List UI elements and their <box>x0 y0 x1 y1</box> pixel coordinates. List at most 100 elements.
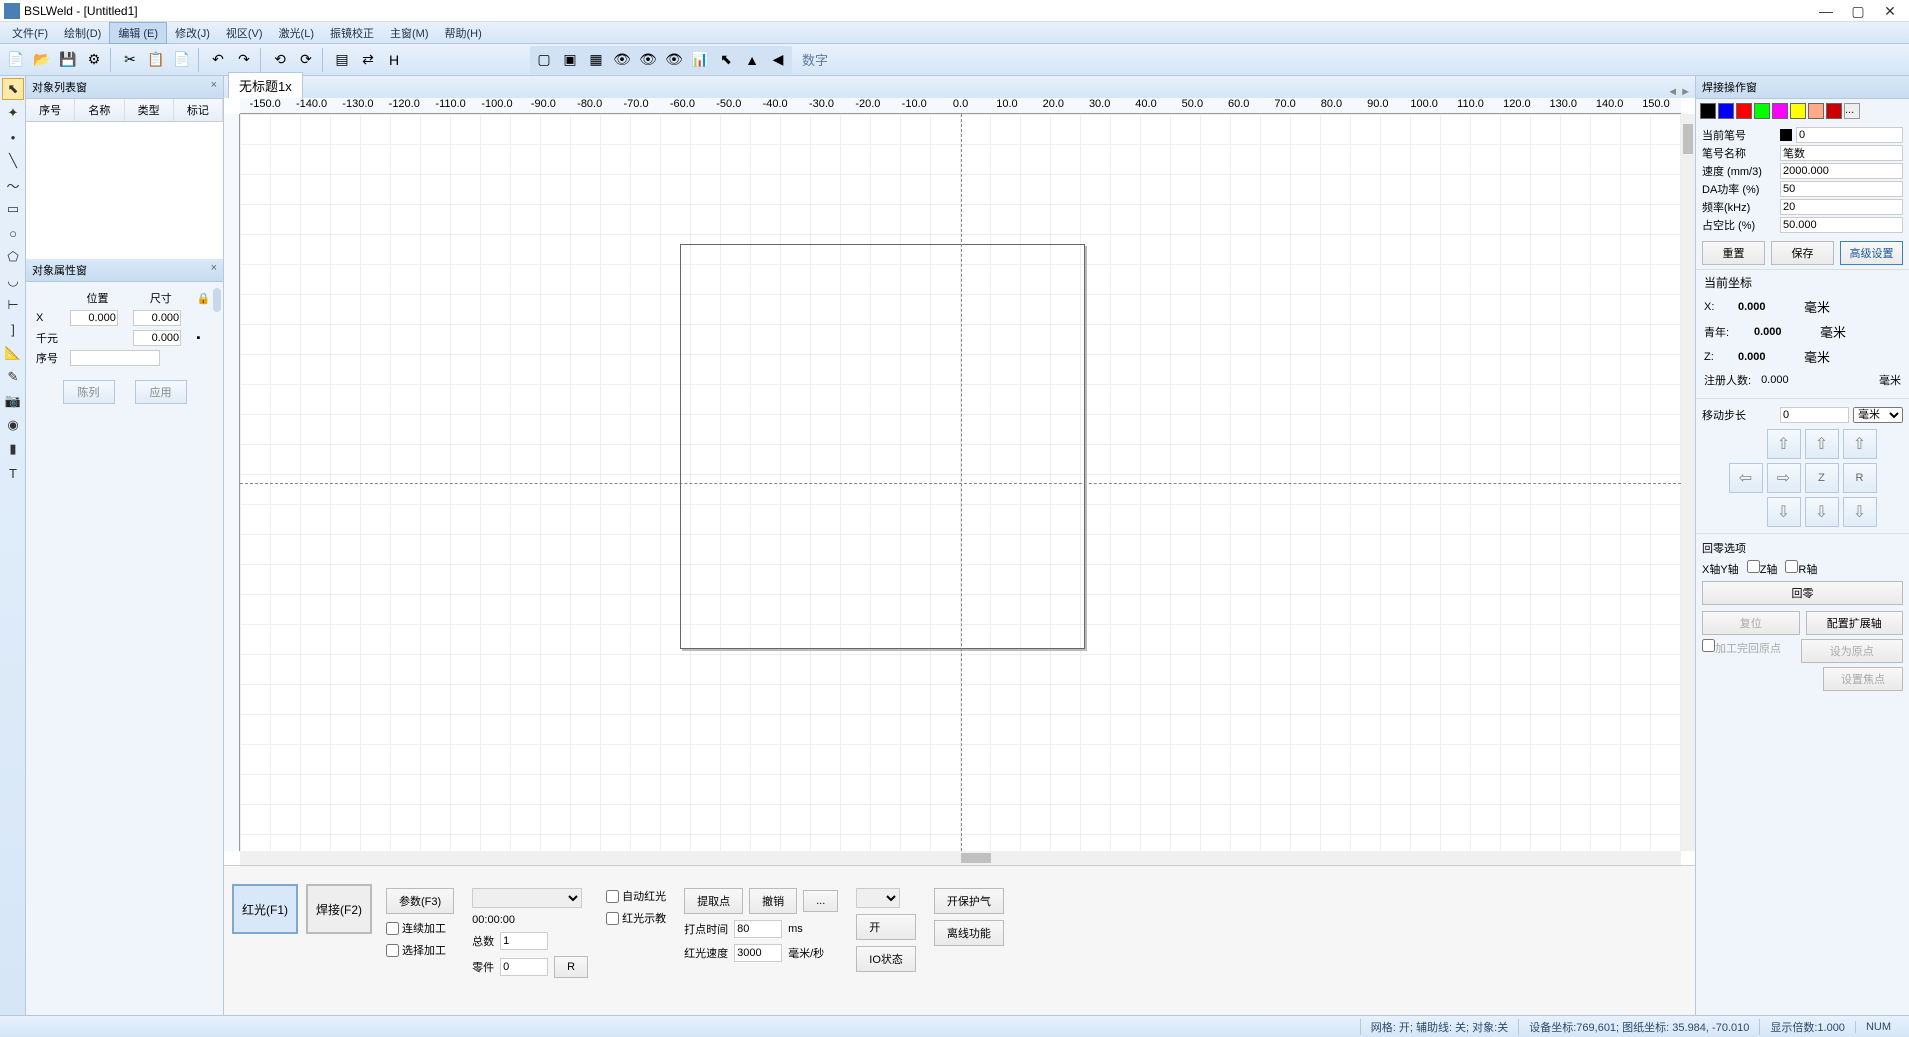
weld-button[interactable]: 焊接(F2) <box>306 884 372 934</box>
undo-point-button[interactable]: 撤销 <box>749 888 797 914</box>
cut-icon[interactable]: ✂ <box>118 48 142 72</box>
duty-input[interactable] <box>1780 217 1903 233</box>
rotate-left-icon[interactable]: ⟲ <box>268 48 292 72</box>
menu-file[interactable]: 文件(F) <box>4 23 56 43</box>
total-input[interactable] <box>500 932 548 950</box>
color-darkred[interactable] <box>1826 103 1842 119</box>
jog-y-down-button[interactable]: ⇩ <box>1767 497 1801 527</box>
camera-tool-icon[interactable]: 📷 <box>2 390 24 412</box>
node-tool-icon[interactable]: ✦ <box>2 102 24 124</box>
menu-help[interactable]: 帮助(H) <box>437 23 490 43</box>
pen-name-input[interactable] <box>1780 145 1903 161</box>
hatch-icon[interactable]: H <box>382 48 406 72</box>
object-list-body[interactable] <box>26 122 223 259</box>
col-type[interactable]: 类型 <box>125 99 174 121</box>
tab-prev-icon[interactable]: ◄ <box>1667 86 1678 98</box>
menu-modify[interactable]: 修改(J) <box>167 23 218 43</box>
seq-input[interactable] <box>70 350 160 366</box>
da-power-input[interactable] <box>1780 181 1903 197</box>
return-origin-checkbox[interactable]: 加工完回原点 <box>1702 639 1795 663</box>
freq-input[interactable] <box>1780 199 1903 215</box>
config-ext-axis-button[interactable]: 配置扩展轴 <box>1806 611 1904 635</box>
measure-tool-icon[interactable]: 📐 <box>2 342 24 364</box>
advanced-params-button[interactable]: 高级设置 <box>1840 241 1903 265</box>
spiral-tool-icon[interactable]: ◉ <box>2 414 24 436</box>
arc-tool-icon[interactable]: ◡ <box>2 270 24 292</box>
z-axis-checkbox[interactable]: Z轴 <box>1747 560 1778 577</box>
io-status-button[interactable]: IO状态 <box>856 946 916 972</box>
select-tool-icon[interactable]: ⬉ <box>2 78 24 100</box>
jog-r-up-button[interactable]: ⇧ <box>1843 429 1877 459</box>
red-light-button[interactable]: 红光(F1) <box>232 884 298 934</box>
color-red[interactable] <box>1736 103 1752 119</box>
object-list-close-icon[interactable]: × <box>211 79 217 95</box>
copy-icon[interactable]: 📋 <box>144 48 168 72</box>
maximize-button[interactable]: ▢ <box>1851 4 1865 18</box>
select-process-checkbox[interactable]: 选择加工 <box>386 942 454 958</box>
pen-tool-icon[interactable]: ✎ <box>2 366 24 388</box>
rotate-right-icon[interactable]: ⟳ <box>294 48 318 72</box>
shield-gas-button[interactable]: 开保护气 <box>934 888 1004 914</box>
auto-red-checkbox[interactable]: 自动红光 <box>606 888 666 904</box>
jog-x-right-button[interactable]: ⇨ <box>1767 463 1801 493</box>
circle-tool-icon[interactable]: ○ <box>2 222 24 244</box>
parts-input[interactable] <box>500 958 548 976</box>
chart-icon[interactable]: 📊 <box>688 48 712 72</box>
jog-y-up-button[interactable]: ⇧ <box>1767 429 1801 459</box>
open-mode-select[interactable] <box>856 888 900 908</box>
r-axis-checkbox[interactable]: R轴 <box>1785 560 1817 577</box>
align-icon[interactable]: ▤ <box>330 48 354 72</box>
col-mark[interactable]: 标记 <box>174 99 223 121</box>
set-origin-button[interactable]: 设为原点 <box>1801 639 1904 663</box>
color-green[interactable] <box>1754 103 1770 119</box>
color-blue[interactable] <box>1718 103 1734 119</box>
step-input[interactable] <box>1780 407 1849 423</box>
undo-icon[interactable]: ↶ <box>206 48 230 72</box>
text-tool-icon[interactable]: T <box>2 462 24 484</box>
open-button[interactable]: 开 <box>856 914 916 940</box>
red-speed-input[interactable] <box>734 944 782 962</box>
view-tool-3-icon[interactable]: ▦ <box>584 48 608 72</box>
cursor-select-icon[interactable]: ⬉ <box>714 48 738 72</box>
get-point-button[interactable]: 提取点 <box>684 888 743 914</box>
redo-icon[interactable]: ↷ <box>232 48 256 72</box>
fill-tool-icon[interactable]: ▮ <box>2 438 24 460</box>
eye-show-icon[interactable]: 👁 <box>610 48 634 72</box>
continuous-checkbox[interactable]: 连续加工 <box>386 920 454 936</box>
save-params-button[interactable]: 保存 <box>1771 241 1834 265</box>
object-prop-close-icon[interactable]: × <box>211 262 217 278</box>
h-scrollbar[interactable] <box>240 851 1681 865</box>
save-icon[interactable]: 💾 <box>56 48 80 72</box>
color-black[interactable] <box>1700 103 1716 119</box>
v-scrollbar[interactable] <box>1681 114 1695 851</box>
open-file-icon[interactable]: 📂 <box>30 48 54 72</box>
polygon-tool-icon[interactable]: ⬠ <box>2 246 24 268</box>
color-orange[interactable] <box>1808 103 1824 119</box>
qy-size-input[interactable] <box>133 330 181 346</box>
reset-parts-button[interactable]: R <box>554 956 588 978</box>
rect-tool-icon[interactable]: ▭ <box>2 198 24 220</box>
apply-button[interactable]: 应用 <box>135 380 187 404</box>
menu-laser[interactable]: 激光(L) <box>271 23 322 43</box>
dimension-tool-icon[interactable]: ⊢ <box>2 294 24 316</box>
line-tool-icon[interactable]: ╲ <box>2 150 24 172</box>
eye-hide-icon[interactable]: 👁 <box>636 48 660 72</box>
flip-h-icon[interactable]: ▲ <box>740 48 764 72</box>
params-button[interactable]: 参数(F3) <box>386 888 454 914</box>
paste-icon[interactable]: 📄 <box>170 48 194 72</box>
menu-galvo[interactable]: 振镜校正 <box>322 23 382 43</box>
menu-view[interactable]: 视区(V) <box>218 23 271 43</box>
home-button[interactable]: 回零 <box>1702 581 1903 605</box>
new-file-icon[interactable]: 📄 <box>4 48 28 72</box>
more-point-button[interactable]: ... <box>803 890 838 912</box>
jog-z-up-button[interactable]: ⇧ <box>1805 429 1839 459</box>
flip-v-icon[interactable]: ◀ <box>766 48 790 72</box>
document-tab[interactable]: 无标题1x <box>228 72 303 98</box>
red-teach-checkbox[interactable]: 红光示教 <box>606 910 666 926</box>
color-more-button[interactable]: ... <box>1844 103 1860 119</box>
minimize-button[interactable]: — <box>1819 4 1833 18</box>
view-tool-2-icon[interactable]: ▣ <box>558 48 582 72</box>
menu-main[interactable]: 主窗(M) <box>382 23 437 43</box>
drawing-canvas[interactable] <box>240 114 1681 851</box>
menu-edit[interactable]: 编辑 (E) <box>109 22 167 44</box>
